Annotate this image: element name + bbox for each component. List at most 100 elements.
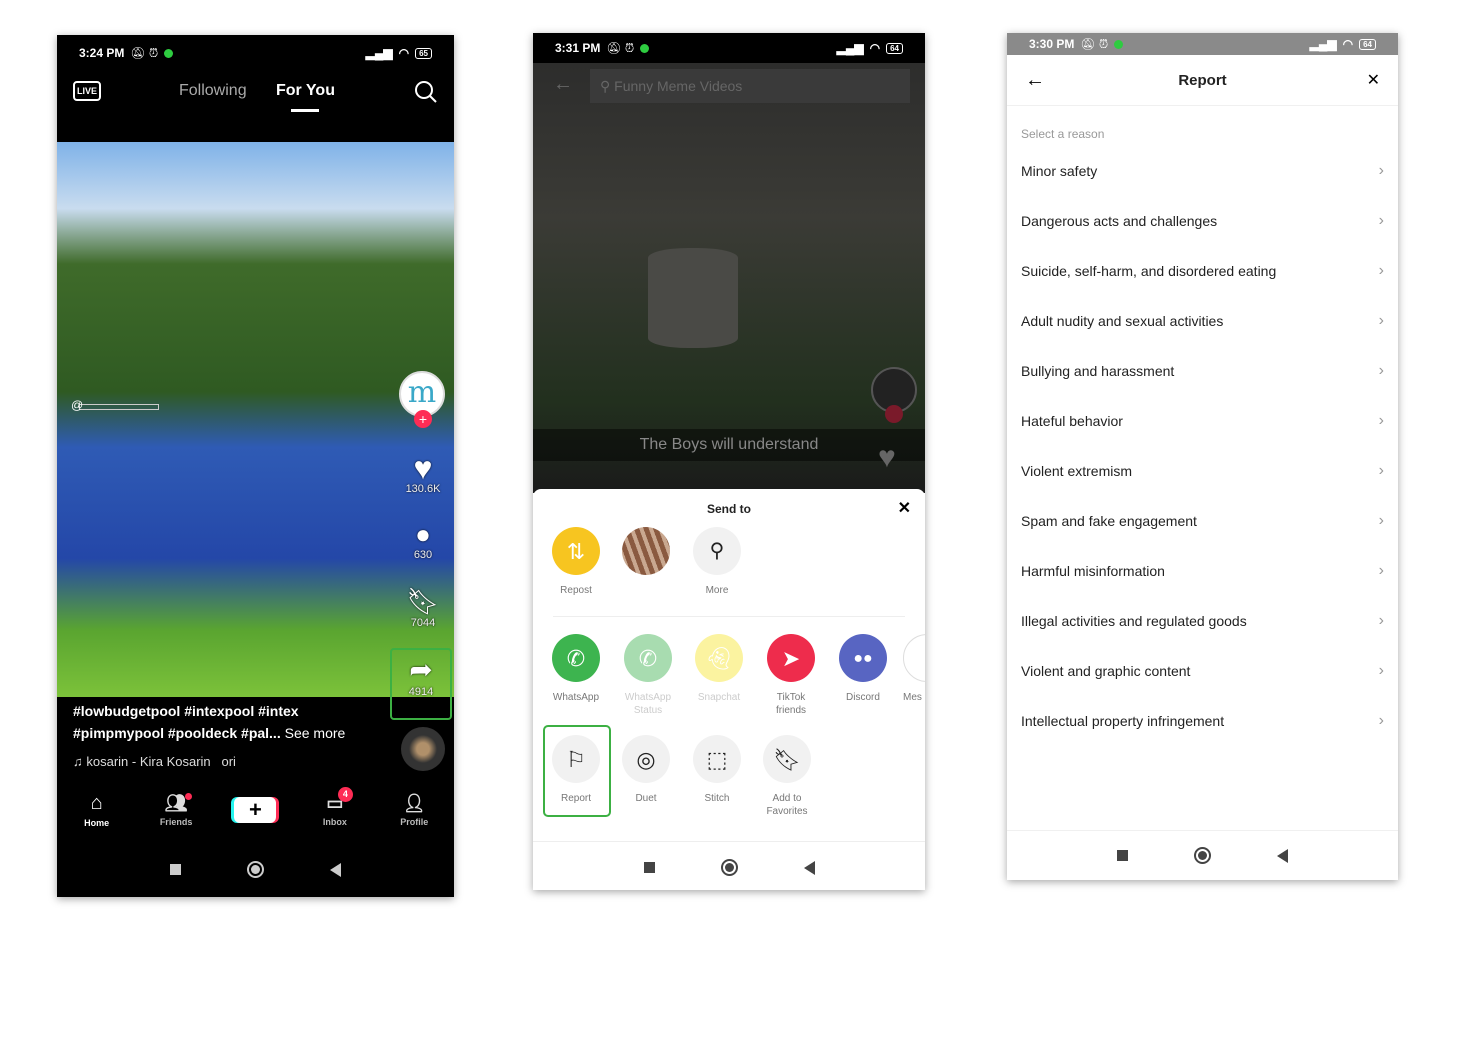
follow-plus-icon[interactable]: + [414,410,432,428]
reason-label: Suicide, self-harm, and disordered eatin… [1021,263,1277,279]
duet-icon: ◎ [622,735,670,783]
contact-button[interactable] [616,527,676,584]
share-sheet: Send to ✕ ⇅ Repost ⚲ More ✆ WhatsApp ✆ Whats… [533,489,925,842]
phone-for-you-feed: 3:24 PM 🔕︎ ⏰︎ ▂▄▆ ◠ 65 LIVE Following For … [57,35,454,897]
spotify-icon [164,48,174,58]
duet-button[interactable]: ◎ Duet [616,735,676,805]
bookmark-button[interactable]: 🔖︎ 7044 [400,585,446,629]
home-circle-icon[interactable] [720,859,738,876]
share-button[interactable]: ➦ 4914 [390,648,452,720]
nav-home[interactable]: ⌂ Home [67,792,127,828]
more-button[interactable]: ⚲ More [687,527,747,597]
search-icon: ⚲ [600,78,615,94]
active-tab-indicator [291,109,319,112]
tab-following[interactable]: Following [179,82,247,100]
search-input[interactable]: ⚲ Funny Meme Videos [590,69,910,103]
status-bar: 3:30 PM 🔕︎ ⏰︎ ▂▄▆ ◠ 64 [1007,33,1398,55]
sound-info[interactable]: ♫ kosarin - Kira Kosarin ori [73,754,236,769]
live-button[interactable]: LIVE [73,81,102,101]
share-snapchat[interactable]: 👻︎ Snapchat [689,634,749,704]
reason-item[interactable]: Suicide, self-harm, and disordered eatin… [1021,246,1384,296]
home-circle-icon[interactable] [247,861,264,878]
reason-item[interactable]: Violent and graphic content › [1021,646,1384,696]
nav-friends[interactable]: 👥︎ Friends [146,793,206,827]
repost-button[interactable]: ⇅ Repost [546,527,606,597]
add-to-favorites-button[interactable]: 🔖︎ Add to Favorites [757,735,817,818]
nav-inbox[interactable]: ▭ Inbox 4 [305,787,365,827]
close-icon[interactable]: ✕ [1367,70,1380,90]
see-more-link[interactable]: See more [285,725,346,741]
system-nav [57,861,454,878]
share-whatsapp-status[interactable]: ✆ WhatsApp Status [618,634,678,717]
sound-disc[interactable] [401,727,445,771]
report-button[interactable]: ⚐ Report [546,735,606,805]
reason-item[interactable]: Spam and fake engagement › [1021,496,1384,546]
reason-item[interactable]: Bullying and harassment › [1021,346,1384,396]
chevron-right-icon: › [1378,362,1384,379]
status-bar: 3:31 PM 🔕︎ ⏰︎ ▂▄▆ ◠ 64 [533,33,925,63]
reason-item[interactable]: Dangerous acts and challenges › [1021,196,1384,246]
reason-item[interactable]: Hateful behavior › [1021,396,1384,446]
like-button[interactable]: ♥ 130.6K [400,450,446,495]
tab-for-you[interactable]: For You [276,82,335,100]
stitch-icon: ⬚ [693,735,741,783]
recents-icon[interactable] [170,864,181,875]
share-discord[interactable]: ●● Discord [833,634,893,704]
wifi-icon: ◠ [869,41,881,55]
recents-icon[interactable] [643,862,655,873]
nav-profile[interactable]: 👤︎ Profile [384,793,444,827]
heart-icon[interactable]: ♥ [878,441,896,475]
share-messenger[interactable]: Mes [903,634,925,704]
reason-label: Intellectual property infringement [1021,713,1225,729]
reason-item[interactable]: Minor safety › [1021,146,1384,196]
recents-icon[interactable] [1117,850,1128,861]
back-arrow-icon[interactable]: ← [553,73,573,96]
video-player[interactable]: @ [57,142,454,697]
username-handle[interactable]: @ [71,398,83,412]
system-nav [1007,847,1398,864]
signal-icon: ▂▄▆ [1309,37,1337,51]
status-bar: 3:24 PM 🔕︎ ⏰︎ ▂▄▆ ◠ 65 [57,35,454,71]
divider [553,616,905,617]
signal-icon: ▂▄▆ [836,41,864,55]
create-button[interactable]: + [225,797,285,823]
search-icon[interactable] [414,80,438,104]
chevron-right-icon: › [1378,512,1384,529]
follow-plus-icon[interactable] [885,405,903,423]
home-circle-icon[interactable] [1194,847,1211,864]
share-whatsapp[interactable]: ✆ WhatsApp [546,634,606,704]
chevron-right-icon: › [1378,612,1384,629]
battery-icon: 65 [415,47,432,59]
reason-label: Violent and graphic content [1021,663,1191,679]
reason-label: Spam and fake engagement [1021,513,1197,529]
share-tiktok-friends[interactable]: ➤ TikTok friends [761,634,821,717]
reason-item[interactable]: Harmful misinformation › [1021,546,1384,596]
phone-share-sheet: The Boys will understand ♥ 3:31 PM 🔕︎ ⏰︎ … [533,33,925,890]
comment-icon: ● [415,519,431,549]
back-icon[interactable] [1277,848,1288,863]
divider [1007,830,1398,831]
reason-label: Hateful behavior [1021,413,1123,429]
video-caption: The Boys will understand [533,429,925,461]
back-arrow-icon[interactable]: ← [1025,69,1045,92]
status-time: 3:30 PM [1029,37,1075,51]
stitch-button[interactable]: ⬚ Stitch [687,735,747,805]
reason-label: Illegal activities and regulated goods [1021,613,1247,629]
reason-item[interactable]: Illegal activities and regulated goods › [1021,596,1384,646]
close-icon[interactable]: ✕ [898,498,911,518]
wifi-icon: ◠ [1342,37,1354,51]
reason-item[interactable]: Violent extremism › [1021,446,1384,496]
heart-icon: ♥ [413,450,433,486]
video-object [648,248,738,348]
back-icon[interactable] [330,862,341,877]
back-icon[interactable] [803,860,815,875]
report-header: ← Report ✕ [1007,55,1398,106]
video-progress [79,404,159,410]
reason-item[interactable]: Adult nudity and sexual activities › [1021,296,1384,346]
chevron-right-icon: › [1378,212,1384,229]
reason-item[interactable]: Intellectual property infringement › [1021,696,1384,746]
comment-button[interactable]: ● 630 [400,519,446,561]
page-title: Report [1178,71,1227,89]
reason-label: Adult nudity and sexual activities [1021,313,1224,329]
reason-label: Minor safety [1021,163,1098,179]
